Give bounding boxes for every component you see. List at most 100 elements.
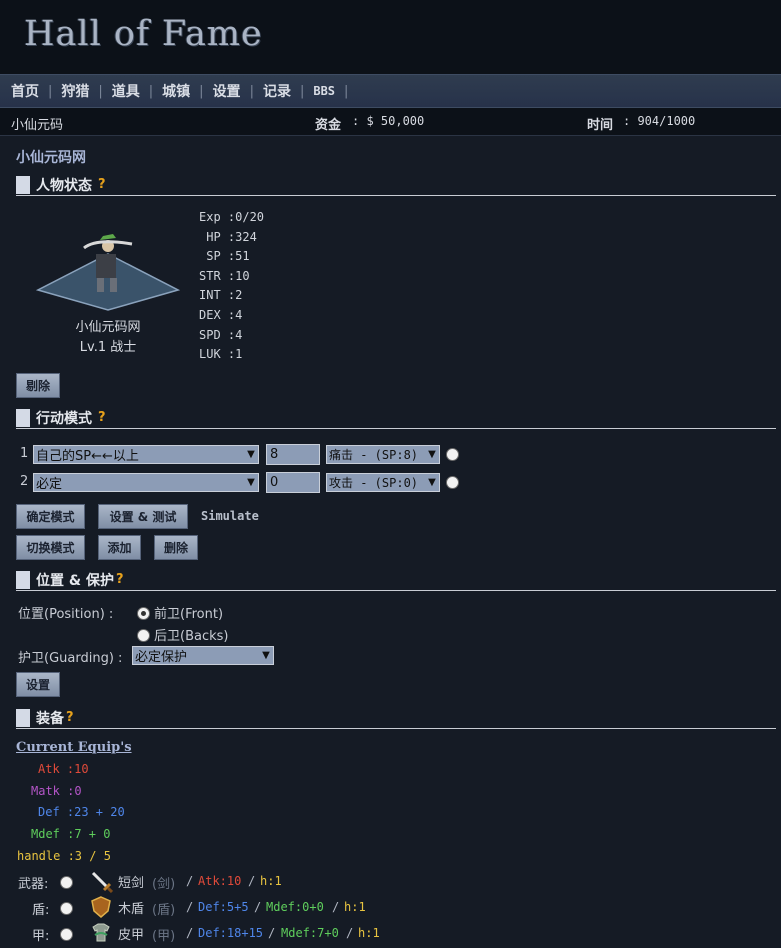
condition-value-input[interactable]: 8: [266, 444, 320, 465]
handle-stat: handle :3 / 5: [17, 849, 111, 863]
equip-separator: /: [268, 926, 276, 940]
nav-settings[interactable]: 设置: [204, 81, 250, 101]
nav-town[interactable]: 城镇: [153, 81, 199, 101]
stat-luk: LUK :1: [199, 347, 243, 361]
nav-bbs[interactable]: BBS: [304, 84, 344, 98]
equip-radio[interactable]: [60, 928, 73, 941]
sword-icon: [91, 871, 113, 893]
sprite-leg: [97, 278, 104, 292]
def-stat: Def :23 + 20: [38, 805, 125, 819]
equip-radio[interactable]: [60, 902, 73, 915]
info-bar: 小仙元码 资金 : $ 50,000 时间 : 904/1000: [0, 108, 781, 136]
equip-item-name: 皮甲: [118, 928, 145, 943]
back-label: 后卫(Backs): [154, 629, 229, 644]
atk-stat: Atk :10: [38, 762, 89, 776]
sprite-body: [96, 254, 116, 278]
skill-value: 痛击 - (SP:8): [329, 448, 419, 462]
shield-icon: [91, 896, 111, 918]
front-label: 前卫(Front): [154, 607, 224, 622]
equip-def: Def:5+5: [198, 900, 249, 914]
equip-separator: /: [346, 926, 354, 940]
main-nav: 首页 | 狩猎 | 道具 | 城镇 | 设置 | 记录 | BBS |: [0, 74, 781, 108]
equip-handle: h:1: [344, 900, 366, 914]
skill-select[interactable]: 痛击 - (SP:8) ▼: [326, 445, 440, 464]
position-title: 位置 & 保护: [36, 572, 114, 589]
equip-item-name: 木盾: [118, 902, 145, 917]
guard-value: 必定保护: [135, 650, 188, 665]
equip-mdef: Mdef:0+0: [266, 900, 324, 914]
equip-separator: /: [254, 900, 262, 914]
equip-item-name: 短剑: [118, 876, 145, 891]
status-title: 人物状态: [36, 177, 92, 194]
chevron-down-icon: ▼: [247, 477, 255, 488]
current-equip-link[interactable]: Current Equip's: [16, 740, 132, 755]
equip-separator: /: [186, 926, 194, 940]
confirm-pattern-button[interactable]: 确定模式: [16, 504, 85, 529]
stat-str: STR :10: [199, 269, 250, 283]
action-row-radio[interactable]: [446, 476, 459, 489]
remove-button[interactable]: 剔除: [16, 373, 60, 398]
position-section-header: 位置 & 保护 ?: [16, 569, 776, 591]
action-row-number: 2: [20, 474, 29, 489]
section-marker: [16, 708, 30, 727]
switch-pattern-button[interactable]: 切换模式: [16, 535, 85, 560]
character-sprite: [36, 234, 180, 311]
guard-select[interactable]: 必定保护 ▼: [132, 646, 274, 665]
guard-label: 护卫(Guarding) :: [18, 651, 123, 666]
section-marker: [16, 408, 30, 427]
nav-home[interactable]: 首页: [2, 81, 48, 101]
time-value: : 904/1000: [623, 114, 696, 128]
delete-button[interactable]: 删除: [154, 535, 198, 560]
add-button[interactable]: 添加: [98, 535, 141, 560]
section-marker: [16, 570, 30, 589]
back-radio[interactable]: [137, 629, 150, 642]
action-row-radio[interactable]: [446, 448, 459, 461]
equip-handle: h:1: [260, 874, 282, 888]
skill-value: 攻击 - (SP:0): [329, 476, 419, 490]
status-section-header: 人物状态 ?: [16, 174, 776, 196]
equip-item-type: (剑): [152, 877, 176, 892]
equip-mdef: Mdef:7+0: [281, 926, 339, 940]
skill-select[interactable]: 攻击 - (SP:0) ▼: [326, 473, 440, 492]
set-test-button[interactable]: 设置 & 测试: [98, 504, 188, 529]
condition-select[interactable]: 必定 ▼: [33, 473, 259, 492]
equip-item-type: (盾): [152, 903, 176, 918]
logo: Hall of Fame: [24, 14, 263, 54]
header: Hall of Fame: [0, 0, 781, 74]
equip-slot-label: 甲:: [32, 929, 50, 944]
nav-records[interactable]: 记录: [254, 81, 300, 101]
nav-hunt[interactable]: 狩猎: [52, 81, 98, 101]
equip-handle: h:1: [358, 926, 380, 940]
stat-hp: HP :324: [199, 230, 257, 244]
equip-atk: Atk:10: [198, 874, 242, 888]
equip-separator: /: [248, 874, 256, 888]
character-level: Lv.1 战士: [79, 340, 137, 355]
equip-separator: /: [186, 900, 194, 914]
stat-exp: Exp :0/20: [199, 210, 265, 224]
simulate-link[interactable]: Simulate: [201, 509, 259, 523]
equip-radio[interactable]: [60, 876, 73, 889]
equip-def: Def:18+15: [198, 926, 264, 940]
user-name: 小仙元码: [11, 118, 64, 133]
nav-separator: |: [344, 83, 349, 99]
time-label: 时间: [587, 118, 614, 133]
funds-label: 资金: [315, 118, 342, 133]
equip-item-type: (甲): [152, 929, 176, 944]
help-icon[interactable]: ?: [98, 410, 106, 425]
set-position-button[interactable]: 设置: [16, 672, 60, 697]
nav-items[interactable]: 道具: [103, 81, 149, 101]
chevron-down-icon: ▼: [428, 449, 436, 460]
position-label: 位置(Position) :: [18, 607, 114, 622]
help-icon[interactable]: ?: [116, 572, 124, 587]
equip-separator: /: [332, 900, 340, 914]
section-marker: [16, 175, 30, 194]
armor-icon: [92, 923, 110, 942]
condition-value-input[interactable]: 0: [266, 472, 320, 493]
matk-stat: Matk :0: [31, 784, 82, 798]
help-icon[interactable]: ?: [66, 710, 74, 725]
chevron-down-icon: ▼: [262, 650, 270, 661]
help-icon[interactable]: ?: [98, 177, 106, 192]
condition-select[interactable]: 自己的SP←←以上 ▼: [33, 445, 259, 464]
front-radio[interactable]: [137, 607, 150, 620]
equip-title: 装备: [36, 710, 64, 727]
